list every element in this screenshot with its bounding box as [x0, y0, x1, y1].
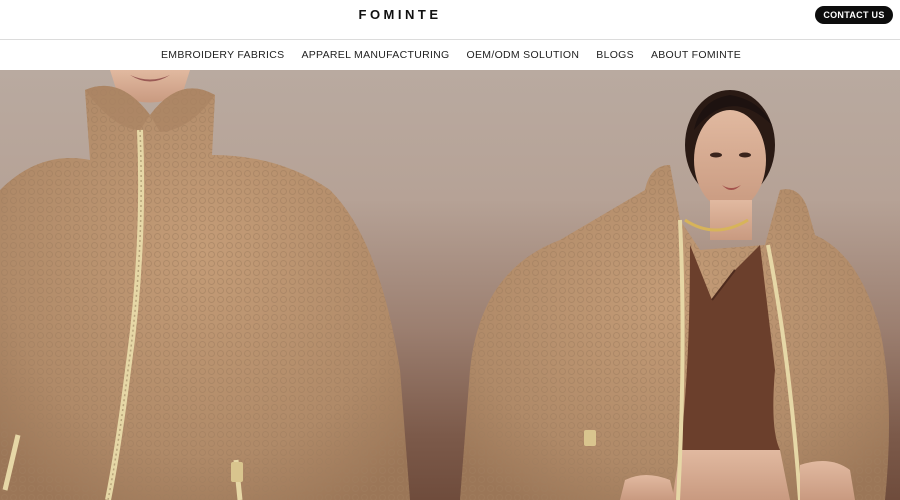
hero-image	[0, 70, 889, 500]
contact-us-button[interactable]: CONTACT US	[815, 6, 893, 24]
brand-logo-text: FOMINTE	[358, 7, 442, 22]
nav-item-embroidery-fabrics[interactable]: EMBROIDERY FABRICS	[161, 49, 284, 61]
main-navigation: EMBROIDERY FABRICS APPAREL MANUFACTURING…	[0, 40, 900, 70]
nav-item-about-fominte[interactable]: ABOUT FOMINTE	[651, 49, 741, 61]
nav-item-oem-odm-solution[interactable]: OEM/ODM SOLUTION	[467, 49, 580, 61]
nav-item-blogs[interactable]: BLOGS	[596, 49, 634, 61]
top-bar: FOMINTE CONTACT US	[0, 0, 900, 39]
nav-item-apparel-manufacturing[interactable]: APPAREL MANUFACTURING	[301, 49, 449, 61]
brand-logo[interactable]: FOMINTE	[300, 6, 500, 24]
hero-banner	[0, 70, 900, 500]
